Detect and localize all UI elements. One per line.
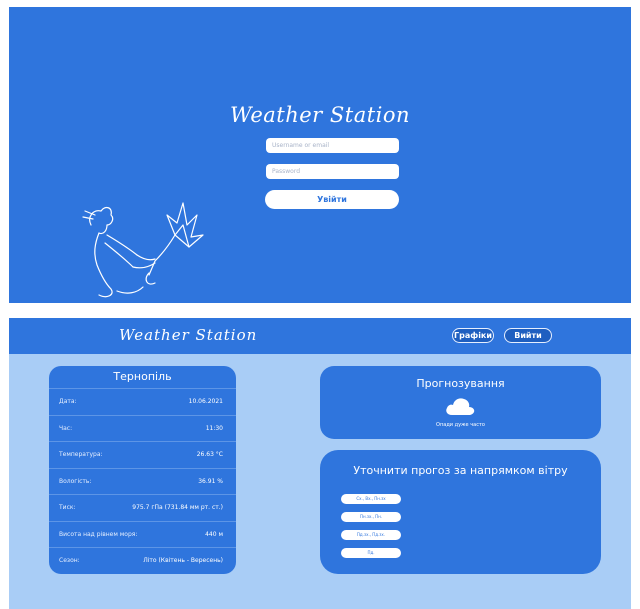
forecast-text: Опади дуже часто [436, 422, 485, 428]
row-label: Дата: [59, 398, 77, 406]
password-input[interactable] [266, 164, 399, 179]
wind-direction-card: Уточнити прогоз за напрямком вітру Сх., … [320, 450, 601, 574]
wind-direction-button[interactable]: Пд. [341, 548, 401, 558]
dashboard: Weather Station Графіки Вийти Тернопіль … [9, 318, 631, 609]
username-input[interactable] [266, 138, 399, 153]
row-value: 10.06.2021 [188, 398, 223, 406]
row-label: Температура: [59, 451, 103, 459]
row-value: 11:30 [205, 424, 223, 432]
time-row: Час: 11:30 [49, 414, 236, 442]
forecast-title: Прогнозування [416, 377, 505, 390]
wind-direction-button[interactable]: Пн.зх., Пн. [341, 512, 401, 522]
cloud-icon [446, 398, 475, 415]
login-screen: Weather Station Увійти [9, 7, 631, 303]
temperature-row: Температура: 26.63 °С [49, 441, 236, 468]
wind-direction-title: Уточнити прогоз за напрямком вітру [353, 464, 568, 477]
logout-button[interactable]: Вийти [504, 328, 552, 343]
row-value: 36.91 % [198, 477, 223, 485]
date-row: Дата: 10.06.2021 [49, 388, 236, 415]
person-with-umbrella-illustration [82, 202, 204, 298]
humidity-row: Вологість: 36.91 % [49, 467, 236, 495]
wind-direction-button[interactable]: Сх., Вх., Пн.зх [341, 494, 401, 504]
row-label: Час: [59, 424, 73, 432]
dashboard-header: Weather Station Графіки Вийти [9, 318, 631, 354]
pressure-row: Тиск: 975.7 гПа (731.84 мм рт. ст.) [49, 494, 236, 521]
app-logo: Weather Station [119, 326, 258, 344]
city-info-card: Тернопіль Дата: 10.06.2021 Час: 11:30 Те… [49, 366, 236, 574]
row-value: 440 м [205, 530, 223, 538]
row-value: 975.7 гПа (731.84 мм рт. ст.) [132, 504, 223, 512]
wind-direction-button[interactable]: Пд.зх., Пд.зх. [341, 530, 401, 540]
login-title: Weather Station [229, 103, 411, 127]
altitude-row: Висота над рівнем моря: 440 м [49, 520, 236, 548]
season-row: Сезон: Літо (Квітень - Вересень) [49, 547, 236, 574]
row-label: Вологість: [59, 477, 92, 485]
forecast-card: Прогнозування Опади дуже часто [320, 366, 601, 439]
row-value: Літо (Квітень - Вересень) [143, 557, 223, 565]
city-title: Тернопіль [113, 370, 172, 383]
login-button[interactable]: Увійти [265, 190, 399, 209]
row-label: Тиск: [59, 504, 76, 512]
row-value: 26.63 °С [196, 451, 223, 459]
charts-button[interactable]: Графіки [452, 328, 494, 343]
row-label: Сезон: [59, 557, 80, 565]
row-label: Висота над рівнем моря: [59, 530, 138, 538]
